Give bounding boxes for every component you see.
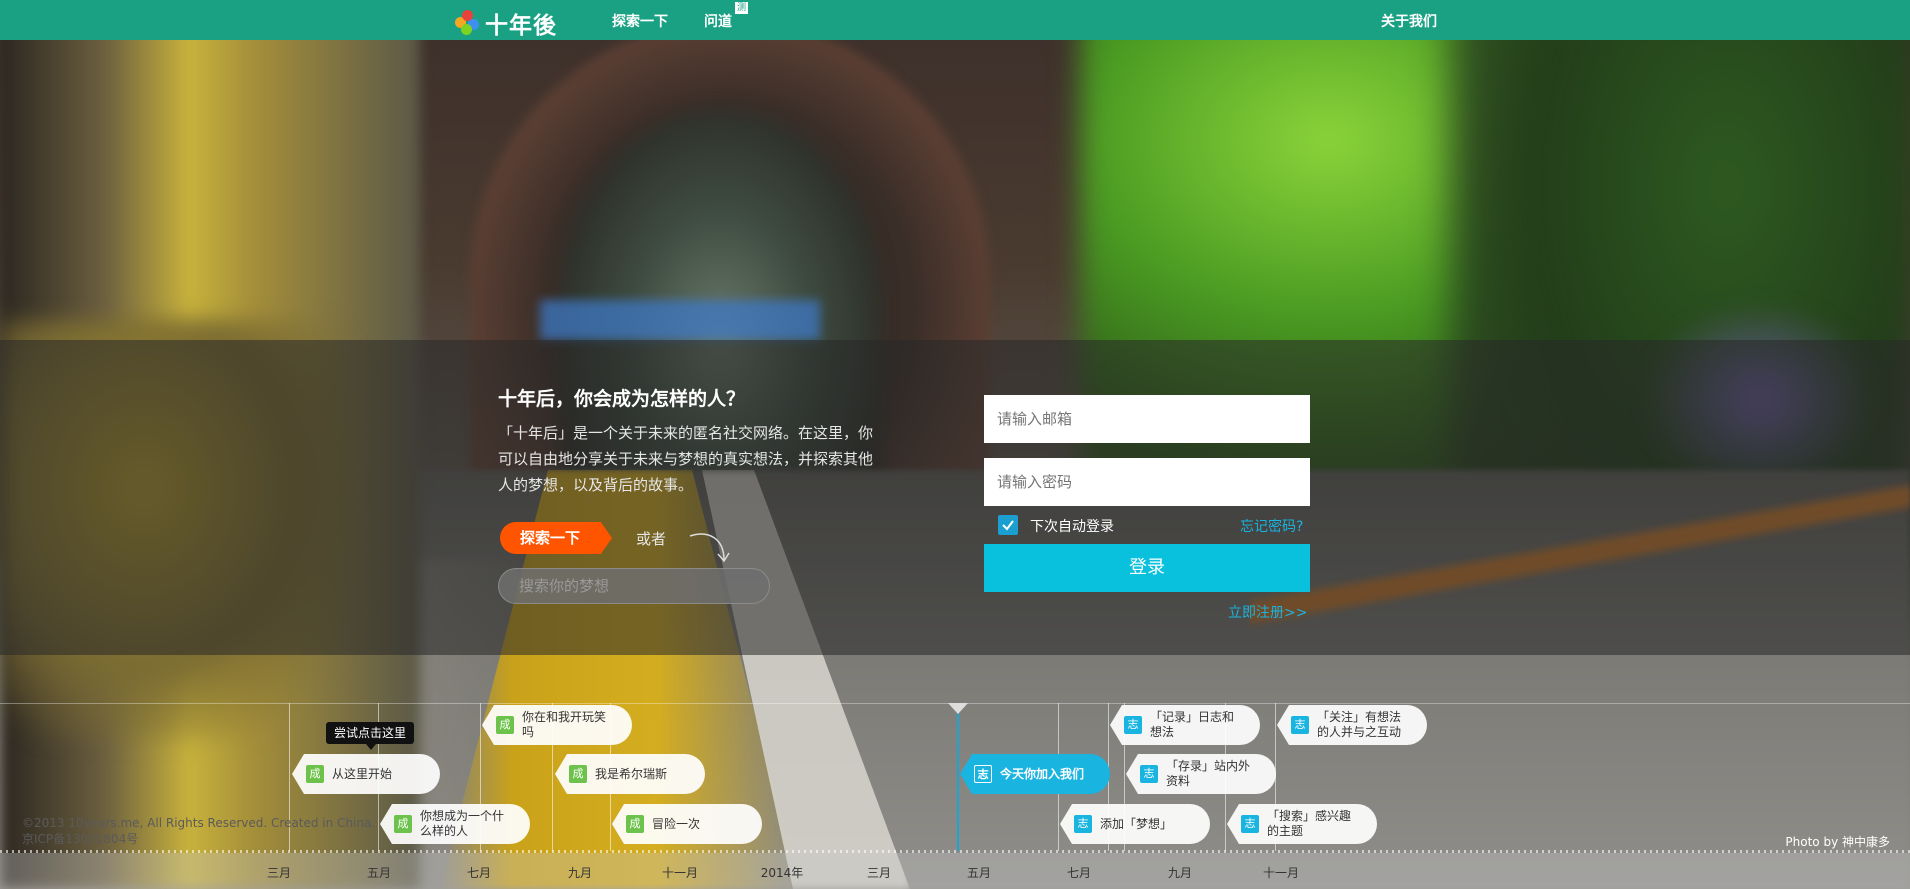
goal-tag-icon: 志 [974,765,992,783]
month-label: 九月 [1167,866,1193,880]
month-label: 七月 [1066,866,1092,880]
nav-wendao-link[interactable]: 问道 [704,11,732,31]
email-field[interactable] [984,395,1310,443]
timeline-event-card[interactable]: 志 「关注」有想法的人并与之互动 [1277,705,1427,745]
password-field[interactable] [984,458,1310,506]
intro-panel [0,340,1910,655]
remember-me-checkbox[interactable] [998,515,1018,535]
timeline-event-card[interactable]: 志 「搜索」感兴趣的主题 [1227,804,1377,844]
achievement-tag-icon: 成 [626,815,644,833]
timeline-event-card[interactable]: 成 冒险一次 [612,804,762,844]
achievement-tag-icon: 成 [569,765,587,783]
achievement-tag-icon: 成 [306,765,324,783]
logo-icon [455,10,481,36]
intro-title: 十年后，你会成为怎样的人？ [498,388,746,410]
month-label: 五月 [366,866,392,880]
month-label: 十一月 [1262,866,1300,880]
dream-search-input[interactable]: 搜索你的梦想 [498,568,770,604]
timeline-event-card[interactable]: 成 你想成为一个什么样的人 [380,804,530,844]
today-marker-line [957,703,959,851]
month-label: 九月 [567,866,593,880]
copyright-text: ©2013 10years.me, All Rights Reserved. C… [22,816,376,830]
goal-tag-icon: 志 [1124,716,1142,734]
goal-tag-icon: 志 [1291,716,1309,734]
footer-copyright: ©2013 10years.me, All Rights Reserved. C… [22,815,375,847]
today-marker-triangle [948,703,968,714]
icp-text[interactable]: 京ICP备13021804号 [22,831,375,847]
login-button[interactable]: 登录 [984,544,1310,592]
month-label: 三月 [866,866,892,880]
timeline-event-card[interactable]: 成 我是希尔瑞斯 [555,754,705,794]
goal-tag-icon: 志 [1241,815,1259,833]
goal-tag-icon: 志 [1074,815,1092,833]
try-click-tooltip: 尝试点击这里 [326,722,414,744]
logo-text: 十年後 [485,13,557,39]
month-label: 2014年 [760,866,804,880]
month-label: 五月 [966,866,992,880]
wendao-beta-badge: 测 [735,2,749,14]
month-label: 三月 [266,866,292,880]
timeline-event-card[interactable]: 志 「记录」日志和想法 [1110,705,1260,745]
goal-tag-icon: 志 [1140,765,1158,783]
month-label: 七月 [466,866,492,880]
month-label: 十一月 [661,866,699,880]
explore-button[interactable]: 探索一下 [500,522,612,554]
timeline-event-card[interactable]: 成 你在和我开玩笑吗 [482,705,632,745]
or-text: 或者 [636,530,667,548]
top-nav-bar: 十年後 探索一下 问道 测 关于我们 [0,0,1910,40]
achievement-tag-icon: 成 [394,815,412,833]
timeline-event-card[interactable]: 志 添加「梦想」 [1060,804,1210,844]
tooltip-pointer [366,744,376,750]
checkmark-icon [1002,520,1014,531]
remember-me-label: 下次自动登录 [1030,519,1114,535]
register-link[interactable]: 立即注册>> [1228,602,1307,622]
intro-description: 「十年后」是一个关于未来的匿名社交网络。在这里，你可以自由地分享关于未来与梦想的… [498,424,874,494]
photo-credit: Photo by 神中康多 [1785,835,1890,849]
timeline-event-card[interactable]: 志 「存录」站内外资料 [1126,754,1276,794]
nav-about-link[interactable]: 关于我们 [1381,11,1437,31]
timeline-event-card-today[interactable]: 志 今天你加入我们 [960,754,1110,794]
achievement-tag-icon: 成 [496,716,514,734]
curved-arrow-icon [689,533,730,563]
timeline: 三月 五月 七月 九月 十一月 2014年 三月 五月 七月 九月 十一月 [0,703,1910,889]
nav-explore-link[interactable]: 探索一下 [612,11,668,31]
timeline-event-card[interactable]: 成 从这里开始 [292,754,440,794]
logo[interactable]: 十年後 [455,6,557,40]
forgot-password-link[interactable]: 忘记密码? [1240,516,1303,536]
